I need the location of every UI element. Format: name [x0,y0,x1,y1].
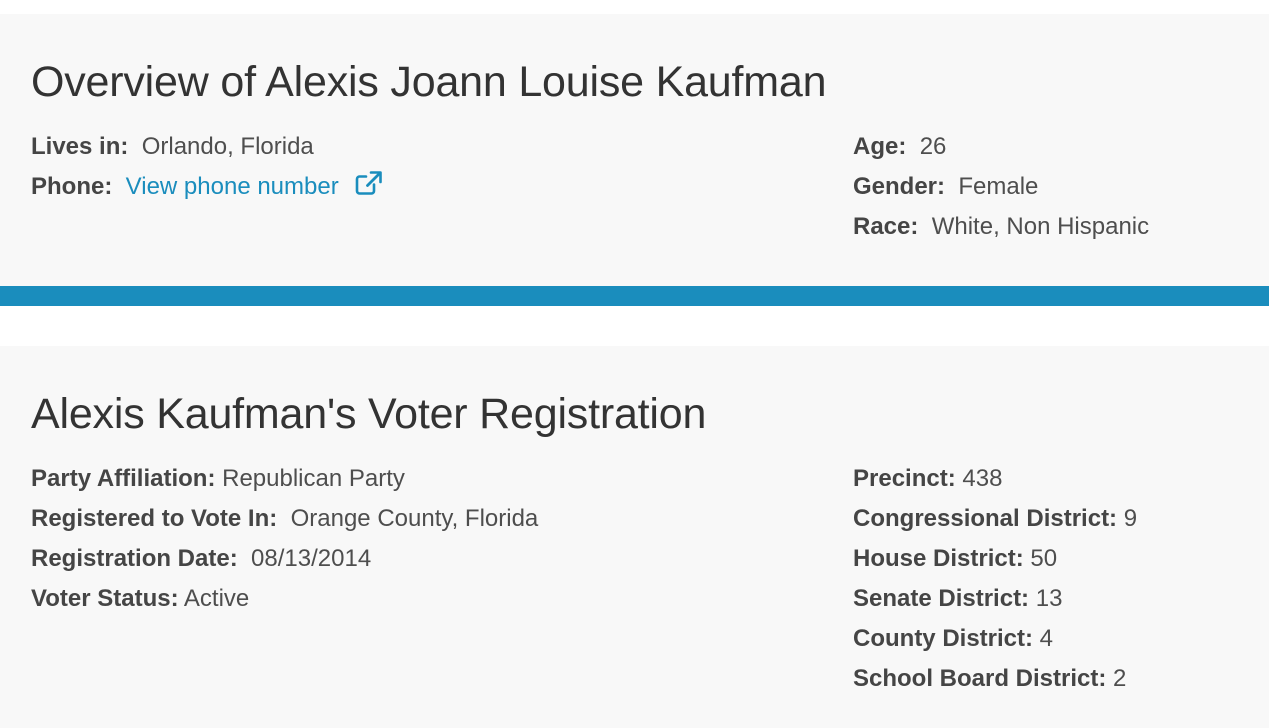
county-district-value: 4 [1039,625,1054,652]
school-board-district-row: School Board District: 2 [853,662,1137,702]
phone-row: Phone: View phone number [31,170,383,210]
senate-district-value: 13 [1035,585,1063,612]
registration-left-column: Party Affiliation: Republican Party Regi… [31,462,538,622]
registered-in-row: Registered to Vote In: Orange County, Fl… [31,502,538,542]
house-district-value: 50 [1030,545,1058,572]
external-link-icon[interactable] [355,170,383,196]
voter-registration-section: Alexis Kaufman's Voter Registration Part… [0,346,1269,728]
congressional-district-label: Congressional District: [853,505,1118,532]
congressional-district-row: Congressional District: 9 [853,502,1137,542]
senate-district-row: Senate District: 13 [853,582,1137,622]
lives-in-row: Lives in: Orlando, Florida [31,130,383,170]
house-district-label: House District: [853,545,1024,572]
overview-left-column: Lives in: Orlando, Florida Phone: View p… [31,130,383,210]
voter-status-row: Voter Status: Active [31,582,538,622]
registration-date-label: Registration Date: [31,545,238,572]
school-board-district-value: 2 [1113,665,1127,692]
voter-status-label: Voter Status: [31,585,179,612]
lives-in-label: Lives in: [31,133,129,160]
registered-in-value: Orange County, Florida [290,505,539,532]
registration-date-value: 08/13/2014 [251,545,372,572]
race-value: White, Non Hispanic [931,213,1150,240]
precinct-value: 438 [962,465,1003,492]
precinct-label: Precinct: [853,465,956,492]
party-value: Republican Party [222,465,405,492]
county-district-label: County District: [853,625,1033,652]
congressional-district-value: 9 [1123,505,1138,532]
section-divider-bar [0,286,1269,306]
registered-in-label: Registered to Vote In: [31,505,278,532]
age-row: Age: 26 [853,130,1149,170]
registration-title: Alexis Kaufman's Voter Registration [31,390,707,438]
view-phone-link[interactable]: View phone number [126,173,339,200]
race-row: Race: White, Non Hispanic [853,210,1149,250]
race-label: Race: [853,213,919,240]
gender-value: Female [958,173,1039,200]
senate-district-label: Senate District: [853,585,1030,612]
registration-date-row: Registration Date: 08/13/2014 [31,542,538,582]
lives-in-value: Orlando, Florida [141,133,314,160]
overview-section: Overview of Alexis Joann Louise Kaufman … [0,14,1269,286]
age-label: Age: [853,133,907,160]
overview-right-column: Age: 26 Gender: Female Race: White, Non … [853,130,1149,250]
gender-row: Gender: Female [853,170,1149,210]
school-board-district-label: School Board District: [853,665,1107,692]
overview-title: Overview of Alexis Joann Louise Kaufman [31,58,827,106]
party-label: Party Affiliation: [31,465,216,492]
voter-status-value: Active [183,585,250,612]
house-district-row: House District: 50 [853,542,1137,582]
gender-label: Gender: [853,173,946,200]
age-value: 26 [919,133,947,160]
precinct-row: Precinct: 438 [853,462,1137,502]
registration-right-column: Precinct: 438 Congressional District: 9 … [853,462,1137,702]
party-row: Party Affiliation: Republican Party [31,462,538,502]
county-district-row: County District: 4 [853,622,1137,662]
phone-label: Phone: [31,173,113,200]
